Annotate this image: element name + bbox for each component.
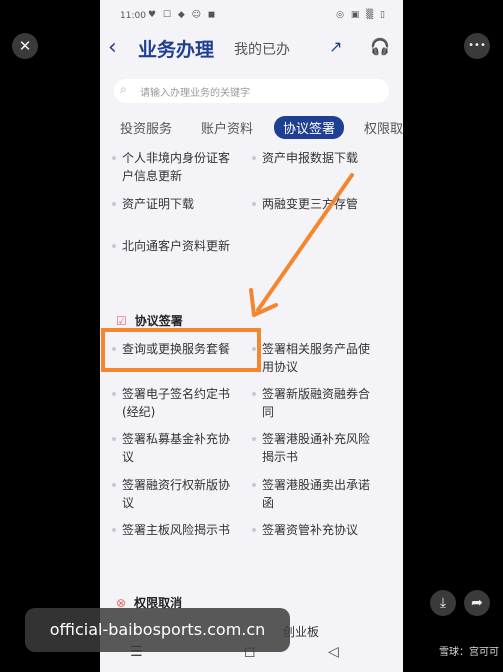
watermark-banner: official-baibosports.com.cn <box>25 608 290 652</box>
highlight-box <box>101 328 261 372</box>
